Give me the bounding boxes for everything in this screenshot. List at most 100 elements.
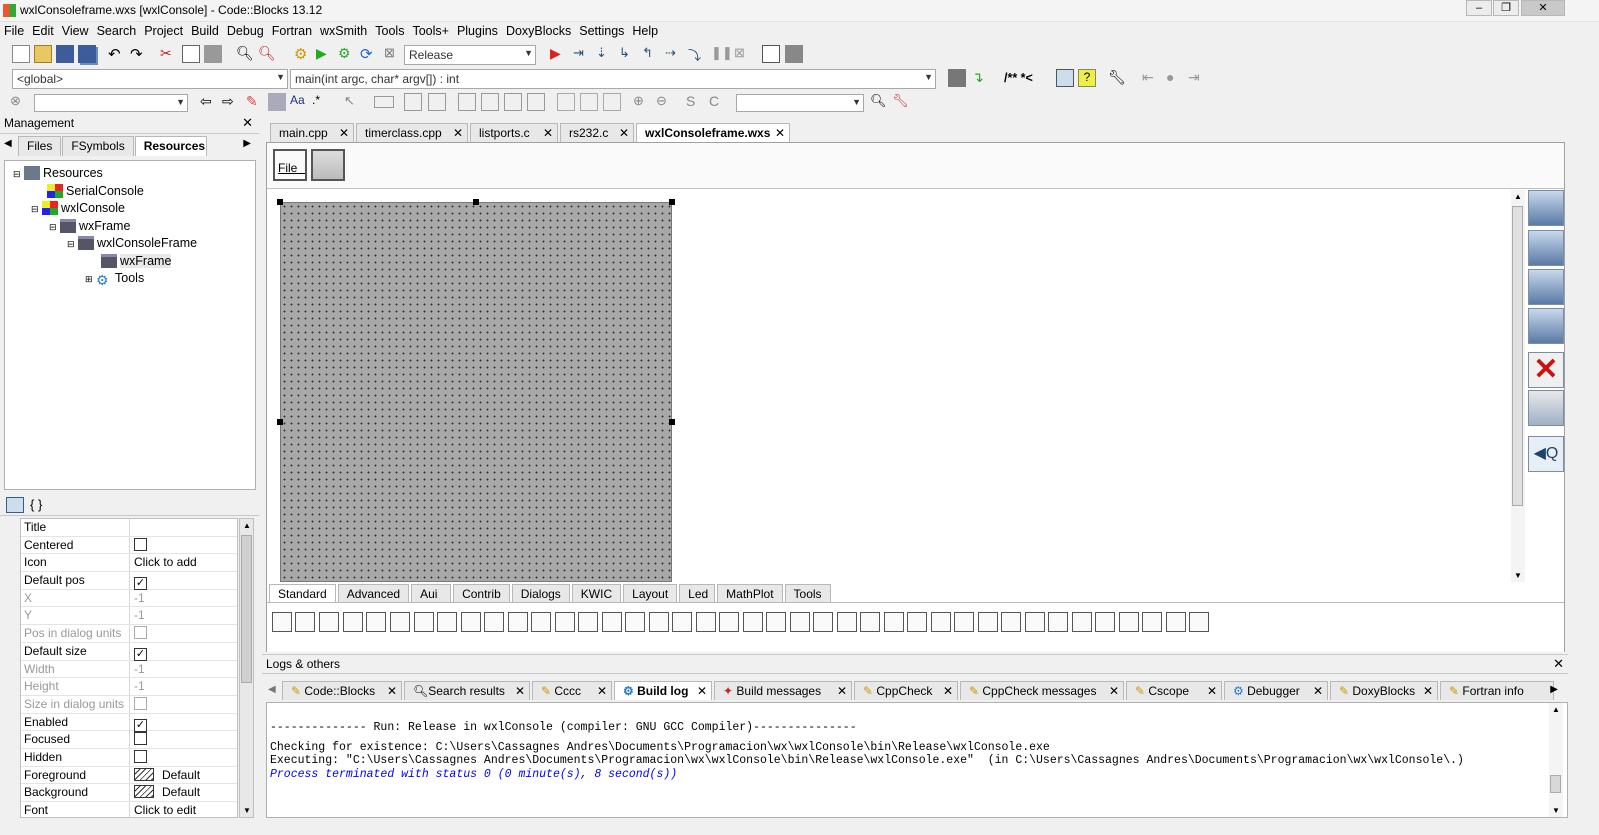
menu-plugins[interactable]: Plugins (453, 22, 502, 38)
tree-item-wxframe-child[interactable]: wxFrame (5, 253, 255, 271)
highlight-icon[interactable]: ✎ (246, 93, 264, 111)
rebuild-icon[interactable]: ⟳ (360, 45, 378, 63)
tab-scroll-left-icon[interactable]: ◀ (268, 684, 276, 695)
resize-handle[interactable] (473, 199, 479, 205)
close-icon[interactable]: ✕ (543, 126, 553, 140)
tab-fortran-info[interactable]: ✎ Fortran info (1440, 681, 1554, 700)
tab-fsymbols[interactable]: FSymbols (62, 136, 134, 156)
next-line-icon[interactable]: ⇣ (596, 45, 614, 63)
step-into-icon[interactable]: ↳ (619, 45, 637, 63)
step-out-icon[interactable]: ↰ (642, 45, 660, 63)
palette-widget-icon[interactable] (719, 612, 739, 632)
tab-codeblocks[interactable]: ✎ Code::Blocks ✕ (282, 681, 402, 700)
pos-dialog-units-checkbox[interactable] (134, 626, 147, 640)
resize-handle[interactable] (277, 419, 283, 425)
prop-centered[interactable]: Centered (21, 536, 237, 555)
palette-widget-icon[interactable] (295, 612, 315, 632)
delete-icon[interactable]: ✕ (1528, 352, 1564, 388)
tab-aui[interactable]: Aui (411, 584, 452, 603)
new-file-icon[interactable] (12, 45, 30, 63)
size-a-icon[interactable] (557, 93, 575, 111)
palette-widget-icon[interactable] (602, 612, 622, 632)
frame-canvas[interactable] (280, 202, 672, 582)
prop-focused[interactable]: Focused (21, 731, 237, 749)
menu-settings[interactable]: Settings (575, 22, 628, 38)
debug-info-icon[interactable] (785, 45, 803, 63)
tab-wxlconsoleframe-wxs[interactable]: wxlConsoleframe.wxs ✕ (636, 123, 790, 142)
s-icon[interactable]: S (686, 93, 704, 111)
prop-x[interactable]: X -1 (21, 589, 237, 608)
zoom-in-icon[interactable]: ⊕ (633, 93, 651, 111)
menu-tools-plus[interactable]: Tools+ (408, 22, 452, 38)
menu-tools[interactable]: Tools (371, 22, 408, 38)
prev-icon[interactable]: ⇦ (200, 93, 218, 111)
close-icon[interactable]: ✕ (1423, 684, 1433, 698)
tab-tools[interactable]: Tools (784, 584, 831, 603)
centered-checkbox[interactable] (134, 537, 147, 551)
hidden-checkbox[interactable] (134, 749, 147, 763)
tab-main-cpp[interactable]: main.cpp ✕ (270, 123, 354, 142)
wrench-icon[interactable]: 🔧︎ (1108, 69, 1126, 87)
prop-default-pos[interactable]: Default pos ✓ (21, 572, 237, 591)
tree-item-wxlconsole[interactable]: ⊟ wxlConsole (5, 200, 255, 218)
menu-fortran[interactable]: Fortran (268, 22, 316, 38)
close-icon[interactable]: ✕ (1109, 684, 1119, 698)
debug-windows-icon[interactable] (762, 45, 780, 63)
scroll-down-icon[interactable]: ▼ (243, 806, 251, 815)
palette-hyperlink-icon[interactable] (531, 612, 551, 632)
palette-widget-icon[interactable] (319, 612, 339, 632)
close-icon[interactable]: ✕ (619, 126, 629, 140)
symbols-icon[interactable] (948, 69, 966, 87)
function-select[interactable]: main(int argc, char* argv[]) : int ▼ (290, 69, 936, 89)
close-icon[interactable]: ✕ (242, 115, 253, 131)
find-icon[interactable]: 🔍︎ (236, 45, 254, 63)
menu-project[interactable]: Project (140, 22, 187, 38)
tab-contrib[interactable]: Contrib (453, 584, 510, 603)
default-size-checkbox[interactable]: ✓ (134, 647, 147, 661)
prop-width[interactable]: Width -1 (21, 660, 237, 679)
widget-c-icon[interactable] (428, 93, 446, 111)
paste-icon[interactable] (204, 45, 222, 63)
c-icon[interactable]: C (709, 93, 727, 111)
tab-cccc[interactable]: ✎ Cccc ✕ (532, 681, 612, 700)
menu-help[interactable]: Help (628, 22, 662, 38)
menu-file[interactable]: File (0, 22, 28, 38)
palette-widget-icon[interactable] (696, 612, 716, 632)
palette-widget-icon[interactable] (1119, 612, 1139, 632)
doxy-comment-button[interactable]: /** *< (1004, 71, 1033, 85)
palette-widget-icon[interactable] (1001, 612, 1021, 632)
prop-icon[interactable]: Icon Click to add (21, 554, 237, 573)
copy-icon[interactable] (182, 45, 200, 63)
tab-listports-c[interactable]: listports.c ✕ (470, 123, 558, 142)
scroll-up-icon[interactable]: ▲ (1552, 705, 1560, 714)
build-log-output[interactable]: -------------- Run: Release in wxlConsol… (266, 702, 1568, 818)
jump-icon[interactable]: ↴ (972, 69, 990, 87)
palette-widget-icon[interactable] (1048, 612, 1068, 632)
clear-icon[interactable]: ⊗ (10, 93, 28, 111)
tab-led[interactable]: Led (679, 584, 716, 603)
back-arrow-icon[interactable]: ⇤ (1142, 69, 1160, 87)
palette-widget-icon[interactable] (437, 612, 457, 632)
size-dialog-units-checkbox[interactable] (134, 696, 147, 710)
doxy-help-icon[interactable]: ? (1078, 69, 1096, 87)
palette-widget-icon[interactable] (837, 612, 857, 632)
properties-icon[interactable] (6, 497, 24, 513)
forward-arrow-icon[interactable]: ⇥ (1188, 69, 1206, 87)
tab-cscope[interactable]: ✎ Cscope ✕ (1126, 681, 1222, 700)
palette-widget-icon[interactable] (414, 612, 434, 632)
widget-a-icon[interactable] (374, 96, 394, 108)
tab-scroll-right-icon[interactable]: ▶ (1550, 684, 1558, 695)
match-case-icon[interactable]: Aa (290, 93, 308, 111)
scroll-down-icon[interactable]: ▼ (1514, 571, 1522, 580)
tab-cppcheck-messages[interactable]: ✎ CppCheck messages ✕ (960, 681, 1124, 700)
run-to-cursor-icon[interactable]: ⇥ (573, 45, 591, 63)
focused-checkbox[interactable] (134, 732, 147, 746)
scroll-up-icon[interactable]: ▲ (243, 521, 251, 530)
events-button[interactable]: { } (30, 497, 42, 512)
quick-props-icon[interactable]: ◀Q (1528, 436, 1564, 472)
align-c-icon[interactable] (504, 93, 522, 111)
palette-widget-icon[interactable] (461, 612, 481, 632)
tree-item-serialconsole[interactable]: SerialConsole (5, 183, 255, 201)
palette-widget-icon[interactable] (1025, 612, 1045, 632)
palette-widget-icon[interactable] (907, 612, 927, 632)
